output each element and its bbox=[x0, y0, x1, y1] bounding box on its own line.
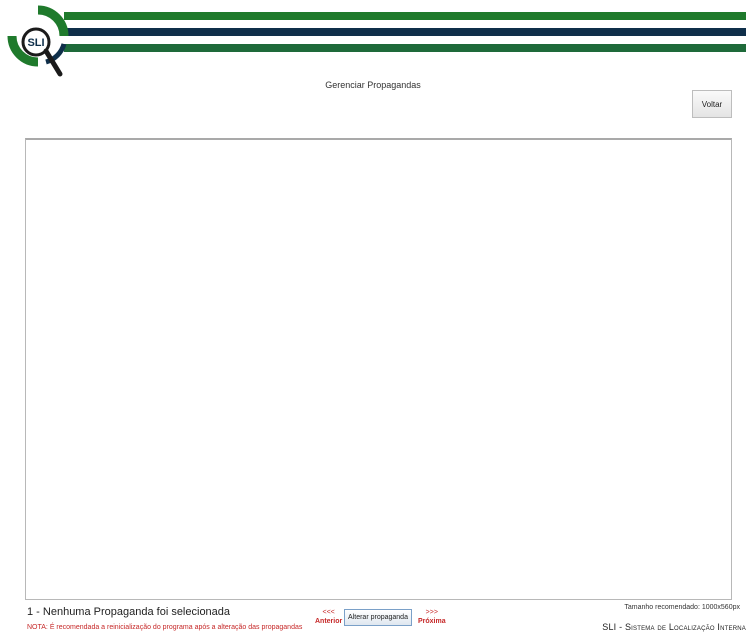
previous-link[interactable]: <<< Anterior bbox=[315, 608, 342, 626]
advertisement-preview-panel bbox=[25, 138, 732, 600]
header-stripe-green bbox=[64, 12, 746, 20]
sli-logo-icon: SLI bbox=[7, 5, 69, 77]
restart-note-text: NOTA: É recomendada a reinicialização do… bbox=[27, 624, 303, 631]
page-title: Gerenciar Propagandas bbox=[325, 80, 421, 90]
previous-arrows-icon: <<< bbox=[322, 609, 335, 616]
next-label: Próxima bbox=[418, 618, 446, 625]
next-link[interactable]: >>> Próxima bbox=[418, 608, 446, 626]
recommended-size-text: Tamanho recomendado: 1000x560px bbox=[624, 604, 740, 611]
back-button[interactable]: Voltar bbox=[692, 90, 732, 118]
change-advertisement-button[interactable]: Alterar propaganda bbox=[344, 609, 412, 626]
svg-text:SLI: SLI bbox=[27, 37, 44, 49]
header-stripe-teal bbox=[64, 44, 746, 52]
header-stripe-navy bbox=[64, 28, 746, 36]
next-arrows-icon: >>> bbox=[425, 609, 438, 616]
selection-status-text: 1 - Nenhuma Propaganda foi selecionada bbox=[27, 606, 231, 618]
previous-label: Anterior bbox=[315, 618, 343, 625]
brand-footer-text: SLI - Sistema de Localização Interna bbox=[602, 622, 746, 632]
